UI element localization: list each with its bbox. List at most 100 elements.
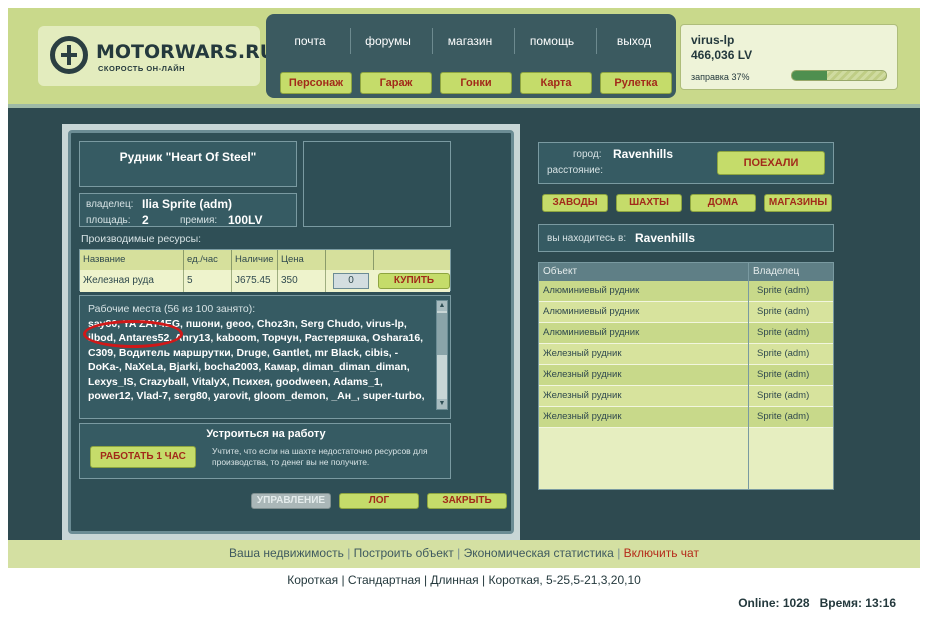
scroll-thumb[interactable] (437, 313, 447, 355)
scroll-down-icon[interactable]: ▼ (437, 399, 447, 409)
owner-value[interactable]: Ilia Sprite (adm) (142, 197, 232, 211)
window-bottom-bar: УПРАВЛЕНИЕ ЛОГ ЗАКРЫТЬ (251, 491, 515, 511)
location-panel: вы находитесь в: Ravenhills (538, 224, 834, 252)
row-object: Железный рудник (543, 369, 622, 380)
filter-factories-button[interactable]: ЗАВОДЫ (542, 194, 608, 212)
workers-list: Рабочие места (56 из 100 занято): say80,… (88, 302, 428, 404)
resources-col-price: Цена (278, 250, 326, 270)
buy-button[interactable]: КУПИТЬ (378, 273, 450, 289)
row-object: Алюминиевый рудник (543, 285, 640, 296)
mine-window-inner: Рудник "Heart Of Steel" владелец: Ilia S… (68, 130, 514, 534)
nav-character-button[interactable]: Персонаж (280, 72, 352, 94)
logo[interactable]: MOTORWARS.RU СКОРОСТЬ ОН-ЛАЙН (38, 26, 275, 86)
mine-title: Рудник "Heart Of Steel" (119, 150, 257, 164)
row-owner: Sprite (adm) (757, 411, 810, 422)
nav-roulette-button[interactable]: Рулетка (600, 72, 672, 94)
nav-races-button[interactable]: Гонки (440, 72, 512, 94)
go-button[interactable]: ПОЕХАЛИ (717, 151, 825, 175)
objects-column-divider (748, 263, 749, 489)
bonus-value: 100LV (228, 213, 263, 227)
link-my-property[interactable]: Ваша недвижимость (229, 546, 344, 560)
status-line: Online: 1028 Время: 13:16 (738, 596, 896, 610)
work-one-hour-button[interactable]: РАБОТАТЬ 1 ЧАС (90, 446, 196, 468)
online-count: Online: 1028 (738, 596, 810, 610)
mine-window: Рудник "Heart Of Steel" владелец: Ilia S… (62, 124, 520, 540)
mine-title-panel: Рудник "Heart Of Steel" (79, 141, 297, 187)
table-row[interactable]: Железный рудник Sprite (adm) (539, 365, 833, 386)
nav-exit[interactable]: выход (596, 34, 672, 48)
close-button[interactable]: ЗАКРЫТЬ (427, 493, 507, 509)
filter-houses-button[interactable]: ДОМА (690, 194, 756, 212)
nav-mail[interactable]: почта (272, 34, 348, 48)
objects-table-body: Алюминиевый рудник Sprite (adm) Алюминиевы… (539, 281, 833, 428)
footer-links: Ваша недвижимость | Построить объект | Э… (229, 546, 699, 560)
scroll-up-icon[interactable]: ▲ (437, 301, 447, 311)
log-button[interactable]: ЛОГ (339, 493, 419, 509)
table-row[interactable]: Алюминиевый рудник Sprite (adm) (539, 281, 833, 302)
fuel-bar-fill (792, 71, 827, 80)
filter-mines-button[interactable]: ШАХТЫ (616, 194, 682, 212)
objects-table: Объект Владелец Алюминиевый рудник Sprite… (538, 262, 834, 490)
nav-forums[interactable]: форумы (350, 34, 426, 48)
row-object: Алюминиевый рудник (543, 327, 640, 338)
city-label: город: (573, 149, 602, 160)
quantity-input[interactable]: 0 (333, 273, 369, 289)
footer-bar: Короткая | Стандартная | Длинная | Корот… (8, 568, 920, 615)
filter-shops-button[interactable]: МАГАЗИНЫ (764, 194, 832, 212)
resource-name: Железная руда (80, 270, 184, 292)
table-row[interactable]: Алюминиевый рудник Sprite (adm) (539, 323, 833, 344)
mine-info-panel: владелец: Ilia Sprite (adm) площадь: 2 п… (79, 193, 297, 227)
link-enable-chat[interactable]: Включить чат (624, 546, 699, 560)
area-value: 2 (142, 213, 149, 227)
workers-scrollbar[interactable]: ▲ ▼ (436, 300, 448, 410)
main-area: Рудник "Heart Of Steel" владелец: Ilia S… (8, 104, 920, 540)
row-object: Железный рудник (543, 390, 622, 401)
travel-panel: город: Ravenhills расстояние: ПОЕХАЛИ (538, 142, 834, 184)
nav-shop[interactable]: магазин (432, 34, 508, 48)
row-owner: Sprite (adm) (757, 285, 810, 296)
row-owner: Sprite (adm) (757, 348, 810, 359)
resources-col-qty (326, 250, 374, 270)
city-value: Ravenhills (613, 147, 674, 161)
user-money: 466,036 LV (691, 48, 753, 62)
link-build-object[interactable]: Построить объект (354, 546, 454, 560)
resource-price: 350 (278, 270, 326, 292)
link-economic-stats[interactable]: Экономическая статистика (464, 546, 614, 560)
speed-options[interactable]: Короткая | Стандартная | Длинная | Корот… (8, 573, 920, 587)
logo-subtitle: СКОРОСТЬ ОН-ЛАЙН (98, 64, 186, 73)
bonus-label: премия: (180, 215, 218, 226)
logo-mark-icon (50, 36, 88, 74)
resources-table: Название ед./час Наличие Цена Железная р… (79, 249, 451, 292)
objects-col-object: Объект (543, 266, 578, 277)
row-owner: Sprite (adm) (757, 327, 810, 338)
fuel-label: заправка 37% (691, 72, 750, 82)
resources-col-stock: Наличие (232, 250, 278, 270)
nav-panel: почта форумы магазин помощь выход Персон… (266, 14, 676, 98)
job-panel: Устроиться на работу РАБОТАТЬ 1 ЧАС Учти… (79, 423, 451, 479)
resources-col-name: Название (80, 250, 184, 270)
user-name: virus-lp (691, 33, 735, 47)
nav-help[interactable]: помощь (514, 34, 590, 48)
row-object: Железный рудник (543, 411, 622, 422)
manage-button[interactable]: УПРАВЛЕНИЕ (251, 493, 331, 509)
table-row[interactable]: Алюминиевый рудник Sprite (adm) (539, 302, 833, 323)
row-object: Алюминиевый рудник (543, 306, 640, 317)
highlight-circle (83, 320, 183, 348)
row-owner: Sprite (adm) (757, 369, 810, 380)
nav-map-button[interactable]: Карта (520, 72, 592, 94)
resource-stock: J675.45 (232, 270, 278, 292)
job-title: Устроиться на работу (206, 428, 326, 440)
distance-label: расстояние: (547, 165, 604, 176)
table-row[interactable]: Железный рудник Sprite (adm) (539, 344, 833, 365)
resources-heading: Производимые ресурсы: (81, 233, 202, 245)
server-time: Время: 13:16 (819, 596, 896, 610)
header: MOTORWARS.RU СКОРОСТЬ ОН-ЛАЙН почта фору… (8, 8, 920, 104)
resources-col-rate: ед./час (184, 250, 232, 270)
table-row[interactable]: Железный рудник Sprite (adm) (539, 407, 833, 428)
workers-panel: Рабочие места (56 из 100 занято): say80,… (79, 295, 451, 419)
resources-col-action (374, 250, 450, 270)
table-row[interactable]: Железный рудник Sprite (adm) (539, 386, 833, 407)
nav-garage-button[interactable]: Гараж (360, 72, 432, 94)
fuel-bar (791, 70, 887, 81)
page: MOTORWARS.RU СКОРОСТЬ ОН-ЛАЙН почта фору… (8, 8, 920, 615)
